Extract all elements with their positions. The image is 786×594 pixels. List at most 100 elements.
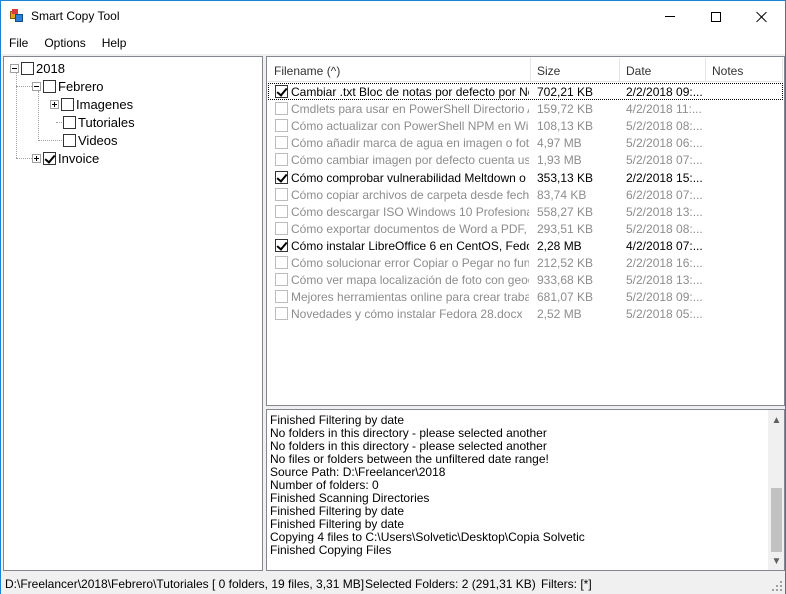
tree-label-febrero: Febrero [58,78,104,94]
row-checkbox[interactable] [275,102,288,116]
row-checkbox[interactable] [275,85,288,98]
title-bar[interactable]: Smart Copy Tool [1,1,785,32]
row-checkbox[interactable] [275,170,288,184]
log-output[interactable]: Finished Filtering by date No folders in … [266,409,785,571]
tree-node-videos[interactable]: Videos [63,131,118,149]
row-checkbox[interactable] [275,307,288,321]
folder-tree[interactable]: 2018 Febrero Imagenes Tutoriales Videos … [3,56,263,571]
log-line: No files or folders between the unfilter… [270,452,549,466]
tree-node-tutoriales[interactable]: Tutoriales [63,113,135,131]
status-bar: D:\Freelancer\2018\Febrero\Tutoriales [ … [1,574,785,594]
cell-date: 2/2/2018 16:... [626,256,703,270]
row-checkbox[interactable] [275,153,288,167]
log-line: Finished Filtering by date [270,413,405,427]
row-checkbox[interactable] [275,221,288,235]
table-row[interactable]: Cómo cambiar imagen por defecto cuenta u… [268,151,783,168]
menu-help[interactable]: Help [94,32,135,54]
cell-date: 2/2/2018 15:... [626,170,703,185]
row-checkbox[interactable] [275,256,288,269]
row-checkbox[interactable] [275,273,288,287]
table-row[interactable]: Cómo exportar documentos de Word a PDF, … [268,220,783,237]
cell-date: 5/2/2018 13:... [626,204,703,219]
tree-node-imagenes[interactable]: Imagenes [50,95,133,113]
log-line: Number of folders: 0 [270,478,379,492]
status-filters: Filters: [*] [541,577,592,591]
table-row[interactable]: Cambiar .txt Bloc de notas por defecto p… [268,83,783,100]
maximize-button[interactable] [693,1,739,32]
cell-filename: Cómo ver mapa localización de foto con g… [291,273,529,288]
menu-file[interactable]: File [1,32,36,54]
row-checkbox[interactable] [275,136,288,150]
cell-date: 2/2/2018 09:... [626,85,703,99]
cell-filename: Cómo comprobar vulnerabilidad Meltdown o… [291,170,529,185]
table-row[interactable]: Cómo ver mapa localización de foto con g… [268,271,783,288]
log-scrollbar[interactable]: ▲ ▼ [768,410,784,570]
tree-node-2018[interactable]: 2018 [10,59,65,77]
tree-label-tutoriales: Tutoriales [78,114,135,130]
cell-filename: Cómo copiar archivos de carpeta desde fe… [291,187,529,202]
row-checkbox[interactable] [275,119,288,133]
row-checkbox[interactable] [275,290,288,304]
tree-checkbox-2018[interactable] [21,61,34,75]
column-header-size[interactable]: Size [531,58,620,82]
menu-options[interactable]: Options [36,32,93,54]
tree-checkbox-imagenes[interactable] [61,97,74,111]
column-header-date[interactable]: Date [620,58,706,82]
tree-node-febrero[interactable]: Febrero [32,77,104,95]
tree-checkbox-febrero[interactable] [43,79,56,93]
row-checkbox[interactable] [275,187,288,201]
table-row[interactable]: Cómo actualizar con PowerShell NPM en Wi… [268,117,783,134]
table-row[interactable]: Mejores herramientas online para crear t… [268,288,783,305]
menu-bar: File Options Help [1,32,785,54]
cell-size: 293,51 KB [537,221,594,236]
table-row[interactable]: Cómo añadir marca de agua en imagen o fo… [268,134,783,151]
log-line: No folders in this directory - please se… [270,439,547,453]
cell-filename: Cómo descargar ISO Windows 10 Profesiona… [291,204,529,219]
tree-checkbox-tutoriales[interactable] [63,115,76,129]
cell-date: 5/2/2018 07:... [626,153,703,168]
collapse-icon[interactable] [10,63,19,73]
row-checkbox[interactable] [275,238,288,252]
table-row[interactable]: Cómo instalar LibreOffice 6 en CentOS, F… [268,237,783,254]
cell-date: 4/2/2018 11:... [626,102,702,117]
scroll-thumb[interactable] [771,488,782,552]
log-line: Finished Filtering by date [270,517,405,531]
status-selected: Selected Folders: 2 (291,31 KB) [365,577,536,591]
cell-size: 159,72 KB [537,102,594,117]
cell-date: 5/2/2018 08:... [626,119,703,134]
cell-size: 558,27 KB [537,204,594,219]
table-row[interactable]: Cómo solucionar error Copiar o Pegar no … [268,254,783,271]
minimize-button[interactable] [647,1,693,32]
cell-filename: Mejores herramientas online para crear t… [291,290,529,305]
resize-grip-icon[interactable] [771,580,783,592]
close-button[interactable] [739,1,785,32]
cell-size: 2,52 MB [537,307,582,322]
cell-filename: Cómo solucionar error Copiar o Pegar no … [291,256,529,270]
tree-checkbox-invoice[interactable] [43,151,56,165]
scroll-up-icon[interactable]: ▲ [768,412,784,428]
expand-icon[interactable] [32,153,41,163]
cell-size: 681,07 KB [537,290,594,305]
scroll-down-icon[interactable]: ▼ [768,553,784,569]
row-checkbox[interactable] [275,204,288,218]
table-row[interactable]: Cómo descargar ISO Windows 10 Profesiona… [268,203,783,220]
log-line: Source Path: D:\Freelancer\2018 [270,465,446,479]
cell-filename: Cómo actualizar con PowerShell NPM en Wi… [291,119,529,134]
column-header-notes[interactable]: Notes [706,58,783,82]
cell-filename: Cómo instalar LibreOffice 6 en CentOS, F… [291,238,529,253]
log-line: No folders in this directory - please se… [270,426,547,440]
column-header-filename[interactable]: Filename (^) [268,58,531,82]
table-row[interactable]: Cómo comprobar vulnerabilidad Meltdown o… [268,169,783,186]
cell-filename: Novedades y cómo instalar Fedora 28.docx [291,307,523,322]
app-icon [10,9,24,23]
collapse-icon[interactable] [32,81,41,91]
expand-icon[interactable] [50,99,59,109]
cell-filename: Cómo añadir marca de agua en imagen o fo… [291,136,529,151]
table-row[interactable]: Novedades y cómo instalar Fedora 28.docx… [268,305,783,322]
table-row[interactable]: Cmdlets para usar en PowerShell Director… [268,100,783,117]
file-list[interactable]: Filename (^) Size Date Notes Cambiar .tx… [266,56,785,406]
table-row[interactable]: Cómo copiar archivos de carpeta desde fe… [268,186,783,203]
tree-checkbox-videos[interactable] [63,133,76,147]
tree-node-invoice[interactable]: Invoice [32,149,99,167]
log-line: Finished Filtering by date [270,504,405,518]
